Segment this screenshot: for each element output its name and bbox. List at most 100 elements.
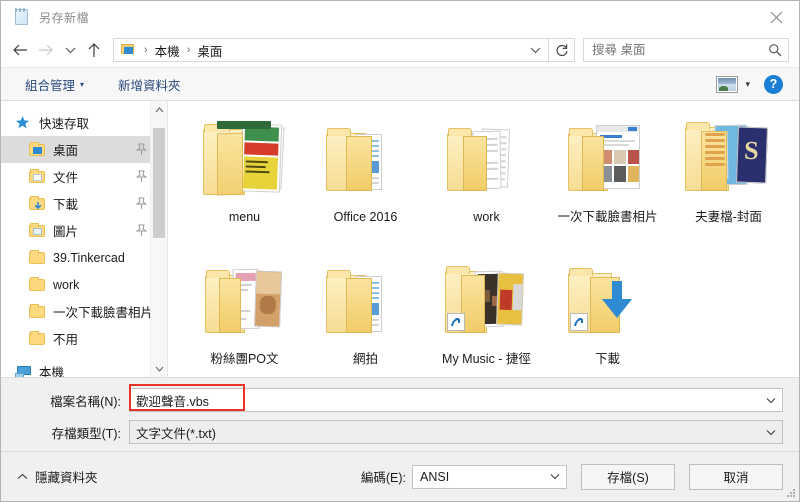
folder-download-arrow-icon — [560, 255, 656, 347]
breadcrumb-item-0[interactable]: 本機 — [152, 41, 183, 60]
sidebar-item-label: 桌面 — [53, 144, 79, 158]
shortcut-arrow-icon — [446, 313, 465, 331]
save-as-dialog: 另存新檔 › 本機 › 桌面 搜尋 桌面 組合管理 ▾ 新增資料夾 ▾ ? 快速… — [0, 0, 800, 502]
window-title: 另存新檔 — [39, 10, 90, 25]
filename-row: 檔案名稱(N): 歡迎聲音.vbs — [17, 387, 783, 413]
navigation-pane: 快速存取 桌面 文件 下載 圖片 39.Tinkercad work 一次下載臉… — [1, 101, 168, 377]
resize-grip[interactable] — [786, 488, 796, 498]
pin-icon[interactable] — [135, 143, 148, 156]
file-name: 夫妻檔-封面 — [695, 210, 762, 224]
sidebar-item-desktop[interactable]: 桌面 — [1, 136, 167, 163]
search-icon — [768, 43, 782, 57]
sidebar-item-facebook-photos[interactable]: 一次下載臉書相片 — [1, 298, 167, 325]
chevron-down-icon[interactable] — [544, 466, 566, 488]
chevron-down-icon[interactable] — [760, 389, 782, 411]
scroll-up-icon[interactable] — [151, 101, 167, 118]
folder-thumb-music-icon — [439, 255, 535, 347]
back-icon[interactable] — [7, 37, 33, 63]
pin-icon[interactable] — [135, 224, 148, 237]
sidebar-list: 快速存取 桌面 文件 下載 圖片 39.Tinkercad work 一次下載臉… — [1, 101, 167, 377]
folder-thumb-menu-icon — [197, 113, 293, 205]
file-name: Office 2016 — [333, 210, 398, 224]
sidebar-item-quick-access[interactable]: 快速存取 — [1, 109, 167, 136]
notepad-icon — [13, 8, 31, 26]
folder-thumb-cover-icon: S — [681, 113, 777, 205]
file-item[interactable]: 粉絲團PO文 — [184, 251, 305, 377]
sidebar-item-label: 39.Tinkercad — [53, 250, 125, 265]
file-item[interactable]: My Music - 捷徑 — [426, 251, 547, 377]
file-item[interactable]: work — [426, 109, 547, 251]
new-folder-button[interactable]: 新增資料夾 — [110, 71, 189, 98]
breadcrumb-separator: › — [186, 44, 191, 56]
sidebar-item-this-pc[interactable]: 本機 — [1, 358, 167, 377]
filetype-select[interactable]: 文字文件(*.txt) — [129, 420, 783, 444]
filename-label: 檔案名稱(N): — [50, 394, 121, 409]
encoding-select[interactable]: ANSI — [412, 464, 567, 489]
download-arrow-icon — [600, 281, 634, 324]
sidebar-item-unused[interactable]: 不用 — [1, 325, 167, 352]
command-bar: 組合管理 ▾ 新增資料夾 ▾ ? — [1, 67, 799, 101]
file-list-pane[interactable]: menu Office 2016 work 一次下載臉書相片 S 夫妻檔-封面 … — [168, 101, 799, 377]
sidebar-item-tinkercad[interactable]: 39.Tinkercad — [1, 244, 167, 271]
file-name: menu — [228, 210, 261, 224]
file-item[interactable]: Office 2016 — [305, 109, 426, 251]
folder-icon — [29, 277, 46, 292]
refresh-icon[interactable] — [549, 38, 575, 62]
file-item[interactable]: menu — [184, 109, 305, 251]
organize-label: 組合管理 — [25, 78, 76, 93]
sidebar-scrollbar[interactable] — [150, 101, 167, 377]
breadcrumb-item-1[interactable]: 桌面 — [194, 41, 225, 60]
help-icon[interactable]: ? — [764, 74, 783, 94]
save-button[interactable]: 存檔(S) — [581, 463, 675, 490]
chevron-down-icon[interactable] — [760, 421, 782, 443]
scroll-down-icon[interactable] — [151, 360, 167, 377]
folder-thumb-doc-icon — [318, 255, 414, 347]
pin-icon[interactable] — [135, 197, 148, 210]
sidebar-item-label: work — [53, 277, 80, 292]
dialog-body: 快速存取 桌面 文件 下載 圖片 39.Tinkercad work 一次下載臉… — [1, 101, 799, 377]
file-item[interactable]: S 夫妻檔-封面 — [668, 109, 789, 251]
form-area: 檔案名稱(N): 歡迎聲音.vbs 存檔類型(T): 文字文件(*.txt) — [1, 377, 799, 451]
folder-icon — [29, 304, 46, 319]
up-icon[interactable] — [81, 37, 107, 63]
scrollbar-thumb[interactable] — [153, 128, 165, 238]
file-item[interactable]: 網拍 — [305, 251, 426, 377]
sidebar-item-label: 文件 — [53, 171, 79, 185]
recent-locations-chevron-icon[interactable] — [59, 37, 81, 63]
breadcrumb-separator: › — [144, 44, 148, 56]
view-options-icon[interactable] — [716, 75, 739, 93]
sidebar-item-label: 不用 — [53, 333, 79, 347]
folder-thumb-sheets-icon — [439, 113, 535, 205]
search-input[interactable] — [592, 43, 768, 57]
close-icon[interactable] — [753, 1, 799, 33]
address-bar[interactable]: › 本機 › 桌面 — [113, 38, 549, 62]
hide-folders-button[interactable]: 隱藏資料夾 — [17, 467, 98, 486]
file-item[interactable]: 一次下載臉書相片 — [547, 109, 668, 251]
sidebar-item-downloads[interactable]: 下載 — [1, 190, 167, 217]
search-box[interactable] — [583, 38, 789, 62]
shortcut-arrow-icon — [569, 313, 588, 331]
file-name: 下載 — [594, 352, 620, 366]
folder-icon — [29, 331, 46, 346]
star-icon — [15, 115, 32, 130]
chevron-up-icon — [17, 471, 28, 483]
sidebar-item-pictures[interactable]: 圖片 — [1, 217, 167, 244]
sidebar-item-work[interactable]: work — [1, 271, 167, 298]
chevron-down-icon: ▾ — [80, 79, 85, 89]
folder-icon — [29, 250, 46, 265]
file-name: 網拍 — [352, 352, 378, 366]
organize-button[interactable]: 組合管理 ▾ — [17, 71, 92, 98]
filetype-value: 文字文件(*.txt) — [136, 426, 216, 441]
pin-icon[interactable] — [135, 170, 148, 183]
view-chevron-down-icon[interactable]: ▾ — [745, 79, 750, 90]
filename-input[interactable]: 歡迎聲音.vbs — [129, 388, 783, 412]
encoding-label: 編碼(E): — [360, 471, 406, 485]
cancel-button[interactable]: 取消 — [689, 463, 783, 490]
file-item[interactable]: 下載 — [547, 251, 668, 377]
folder-desktop-icon — [29, 142, 46, 157]
sidebar-item-label: 圖片 — [53, 225, 79, 239]
this-pc-icon — [15, 364, 32, 377]
folder-thumb-web-icon — [560, 113, 656, 205]
address-chevron-down-icon[interactable] — [522, 39, 548, 61]
sidebar-item-documents[interactable]: 文件 — [1, 163, 167, 190]
